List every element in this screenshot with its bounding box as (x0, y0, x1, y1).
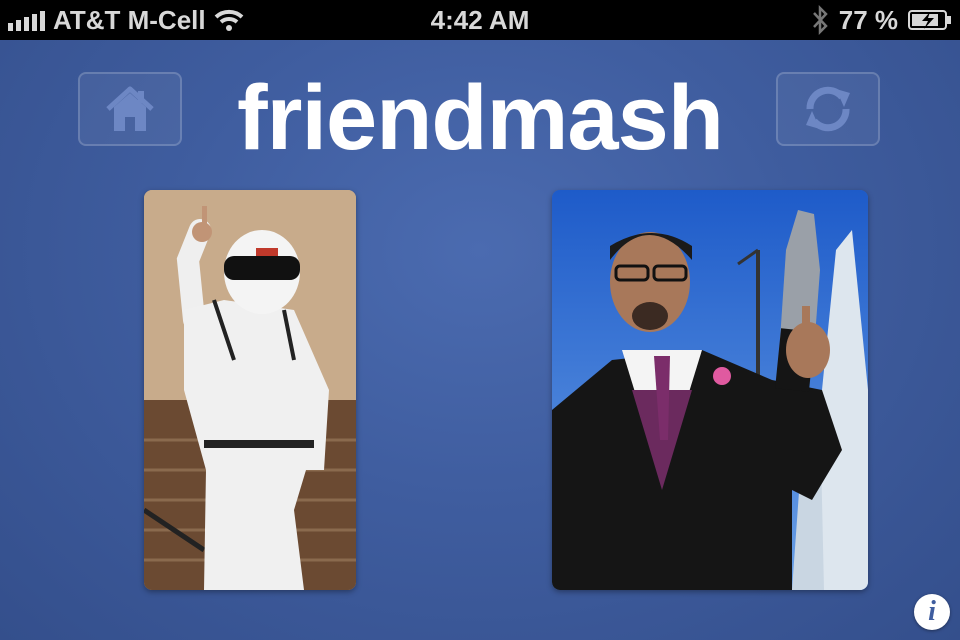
refresh-icon (806, 86, 850, 132)
bluetooth-icon (812, 5, 828, 35)
status-right: 77 % (811, 0, 952, 40)
battery-charging-icon (908, 10, 951, 30)
left-friend-photo[interactable] (144, 190, 356, 590)
right-photo-image (552, 190, 868, 590)
status-bar: AT&T M-Cell 4:42 AM 77 % (0, 0, 960, 40)
right-friend-photo[interactable] (552, 190, 868, 590)
left-photo-image (144, 190, 356, 590)
battery-percent: 77 % (838, 4, 898, 35)
info-icon: i (928, 596, 936, 627)
refresh-button[interactable] (776, 72, 880, 146)
info-button[interactable]: i (914, 594, 950, 630)
app-container: friendmash i (0, 40, 960, 640)
